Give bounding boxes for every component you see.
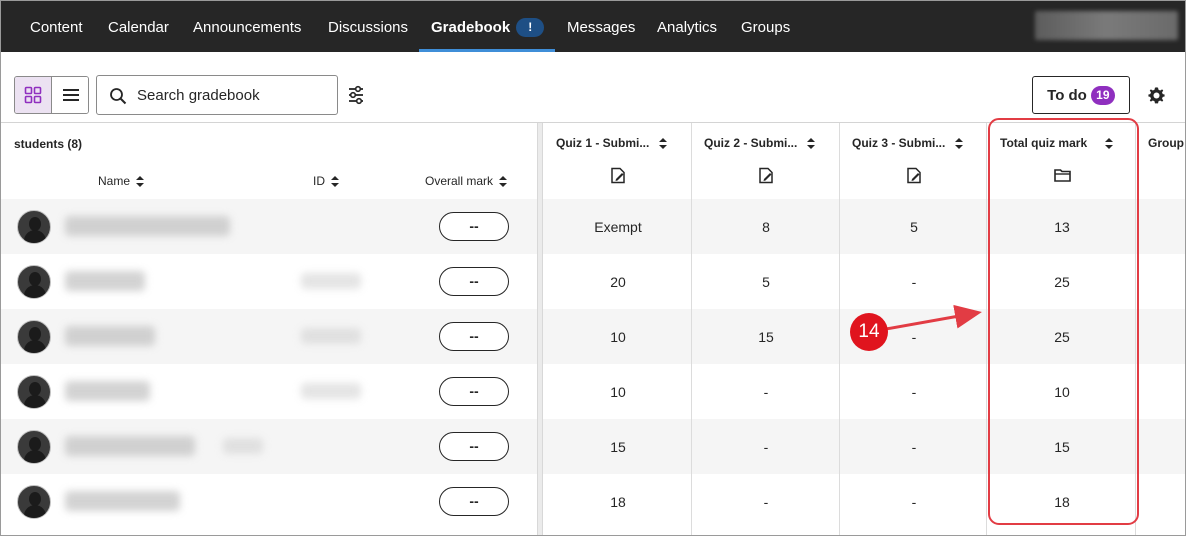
tab-messages[interactable]: Messages — [567, 1, 635, 52]
callout-number-badge: 14 — [850, 313, 888, 351]
student-id-redacted — [301, 383, 361, 399]
gradebook-window: Content Calendar Announcements Discussio… — [0, 0, 1186, 536]
column-header-name-label: Name — [98, 174, 131, 188]
grade-cell-quiz-1[interactable]: 20 — [545, 274, 691, 290]
student-id-redacted — [301, 328, 361, 344]
sort-icon[interactable] — [136, 175, 145, 187]
tab-calendar[interactable]: Calendar — [108, 1, 169, 52]
frozen-column-divider[interactable] — [537, 123, 543, 535]
sort-icon[interactable] — [659, 137, 668, 149]
student-name-redacted[interactable] — [65, 381, 150, 401]
column-header-overall-label: Overall mark — [425, 174, 494, 188]
overall-mark-pill[interactable]: -- — [439, 487, 509, 516]
overall-mark-pill[interactable]: -- — [439, 212, 509, 241]
grade-cell-quiz-1[interactable]: 10 — [545, 384, 691, 400]
search-box — [96, 75, 338, 115]
tab-discussions[interactable]: Discussions — [328, 1, 408, 52]
sort-icon[interactable] — [499, 175, 508, 187]
assessment-icon — [907, 167, 921, 184]
overall-mark-pill[interactable]: -- — [439, 322, 509, 351]
grade-cell-quiz-2[interactable]: - — [693, 494, 839, 510]
column-divider — [839, 123, 840, 535]
list-view-button[interactable] — [52, 77, 88, 113]
students-count-label: students (8) — [14, 137, 83, 151]
column-header-name[interactable]: Name — [98, 174, 145, 188]
tab-analytics[interactable]: Analytics — [657, 1, 717, 52]
grade-cell-quiz-3[interactable]: - — [841, 384, 987, 400]
avatar — [17, 485, 51, 519]
tab-groups[interactable]: Groups — [741, 1, 790, 52]
column-header-group[interactable]: Group — [1148, 136, 1184, 150]
column-header-quiz-3-label: Quiz 3 - Submi... — [852, 136, 946, 150]
student-id-redacted — [223, 438, 263, 454]
column-header-quiz-3[interactable]: Quiz 3 - Submi... — [852, 136, 964, 150]
gradebook-alert-badge: ! — [516, 18, 545, 37]
student-id-redacted — [301, 273, 361, 289]
overall-mark-pill[interactable]: -- — [439, 377, 509, 406]
grade-cell-quiz-2[interactable]: 8 — [693, 219, 839, 235]
sort-icon[interactable] — [807, 137, 816, 149]
grade-cell-quiz-3[interactable]: - — [841, 439, 987, 455]
todo-button[interactable]: To do 19 — [1032, 76, 1130, 114]
todo-count-badge: 19 — [1090, 85, 1115, 105]
overall-mark-pill[interactable]: -- — [439, 432, 509, 461]
student-name-redacted[interactable] — [65, 216, 230, 236]
column-header-quiz-1-label: Quiz 1 - Submi... — [556, 136, 650, 150]
student-name-redacted[interactable] — [65, 491, 180, 511]
student-name-redacted[interactable] — [65, 326, 155, 346]
grade-cell-quiz-2[interactable]: 5 — [693, 274, 839, 290]
column-header-quiz-2-label: Quiz 2 - Submi... — [704, 136, 798, 150]
avatar — [17, 375, 51, 409]
sort-icon[interactable] — [955, 137, 964, 149]
grade-cell-quiz-2[interactable]: - — [693, 439, 839, 455]
user-menu-redacted[interactable] — [1035, 11, 1178, 40]
search-input[interactable] — [137, 84, 327, 106]
column-header-quiz-2[interactable]: Quiz 2 - Submi... — [704, 136, 816, 150]
course-top-nav: Content Calendar Announcements Discussio… — [1, 1, 1185, 52]
student-name-redacted[interactable] — [65, 271, 145, 291]
assessment-icon — [611, 167, 625, 184]
grid-view-icon — [24, 86, 42, 104]
gear-icon[interactable] — [1147, 86, 1166, 105]
column-header-quiz-1[interactable]: Quiz 1 - Submi... — [556, 136, 668, 150]
grade-cell-quiz-2[interactable]: - — [693, 384, 839, 400]
search-icon — [110, 88, 127, 105]
avatar — [17, 210, 51, 244]
avatar — [17, 320, 51, 354]
total-column-highlight — [988, 118, 1139, 525]
tab-announcements[interactable]: Announcements — [193, 1, 301, 52]
todo-label: To do — [1047, 86, 1087, 104]
grade-cell-quiz-1[interactable]: 18 — [545, 494, 691, 510]
avatar — [17, 430, 51, 464]
grade-cell-quiz-1[interactable]: 15 — [545, 439, 691, 455]
column-header-id[interactable]: ID — [313, 174, 339, 188]
tab-gradebook[interactable]: Gradebook! — [419, 1, 555, 52]
overall-mark-pill[interactable]: -- — [439, 267, 509, 296]
tab-gradebook-label: Gradebook — [431, 19, 511, 36]
grade-cell-quiz-1[interactable]: Exempt — [545, 219, 691, 235]
assessment-icon — [759, 167, 773, 184]
tab-content[interactable]: Content — [30, 1, 83, 52]
grade-cell-quiz-1[interactable]: 10 — [545, 329, 691, 345]
grade-cell-quiz-3[interactable]: - — [841, 494, 987, 510]
grade-cell-quiz-3[interactable]: - — [841, 274, 987, 290]
column-header-id-label: ID — [313, 174, 325, 188]
sort-icon[interactable] — [331, 175, 339, 187]
grid-view-button[interactable] — [15, 77, 52, 113]
avatar — [17, 265, 51, 299]
column-header-group-label: Group — [1148, 136, 1184, 150]
grade-cell-quiz-3[interactable]: 5 — [841, 219, 987, 235]
view-toggle — [14, 76, 89, 114]
grade-cell-quiz-2[interactable]: 15 — [693, 329, 839, 345]
column-divider — [691, 123, 692, 535]
list-view-icon — [62, 89, 79, 101]
column-header-overall-mark[interactable]: Overall mark — [425, 174, 508, 188]
student-name-redacted[interactable] — [65, 436, 195, 456]
filter-icon[interactable] — [347, 85, 365, 105]
